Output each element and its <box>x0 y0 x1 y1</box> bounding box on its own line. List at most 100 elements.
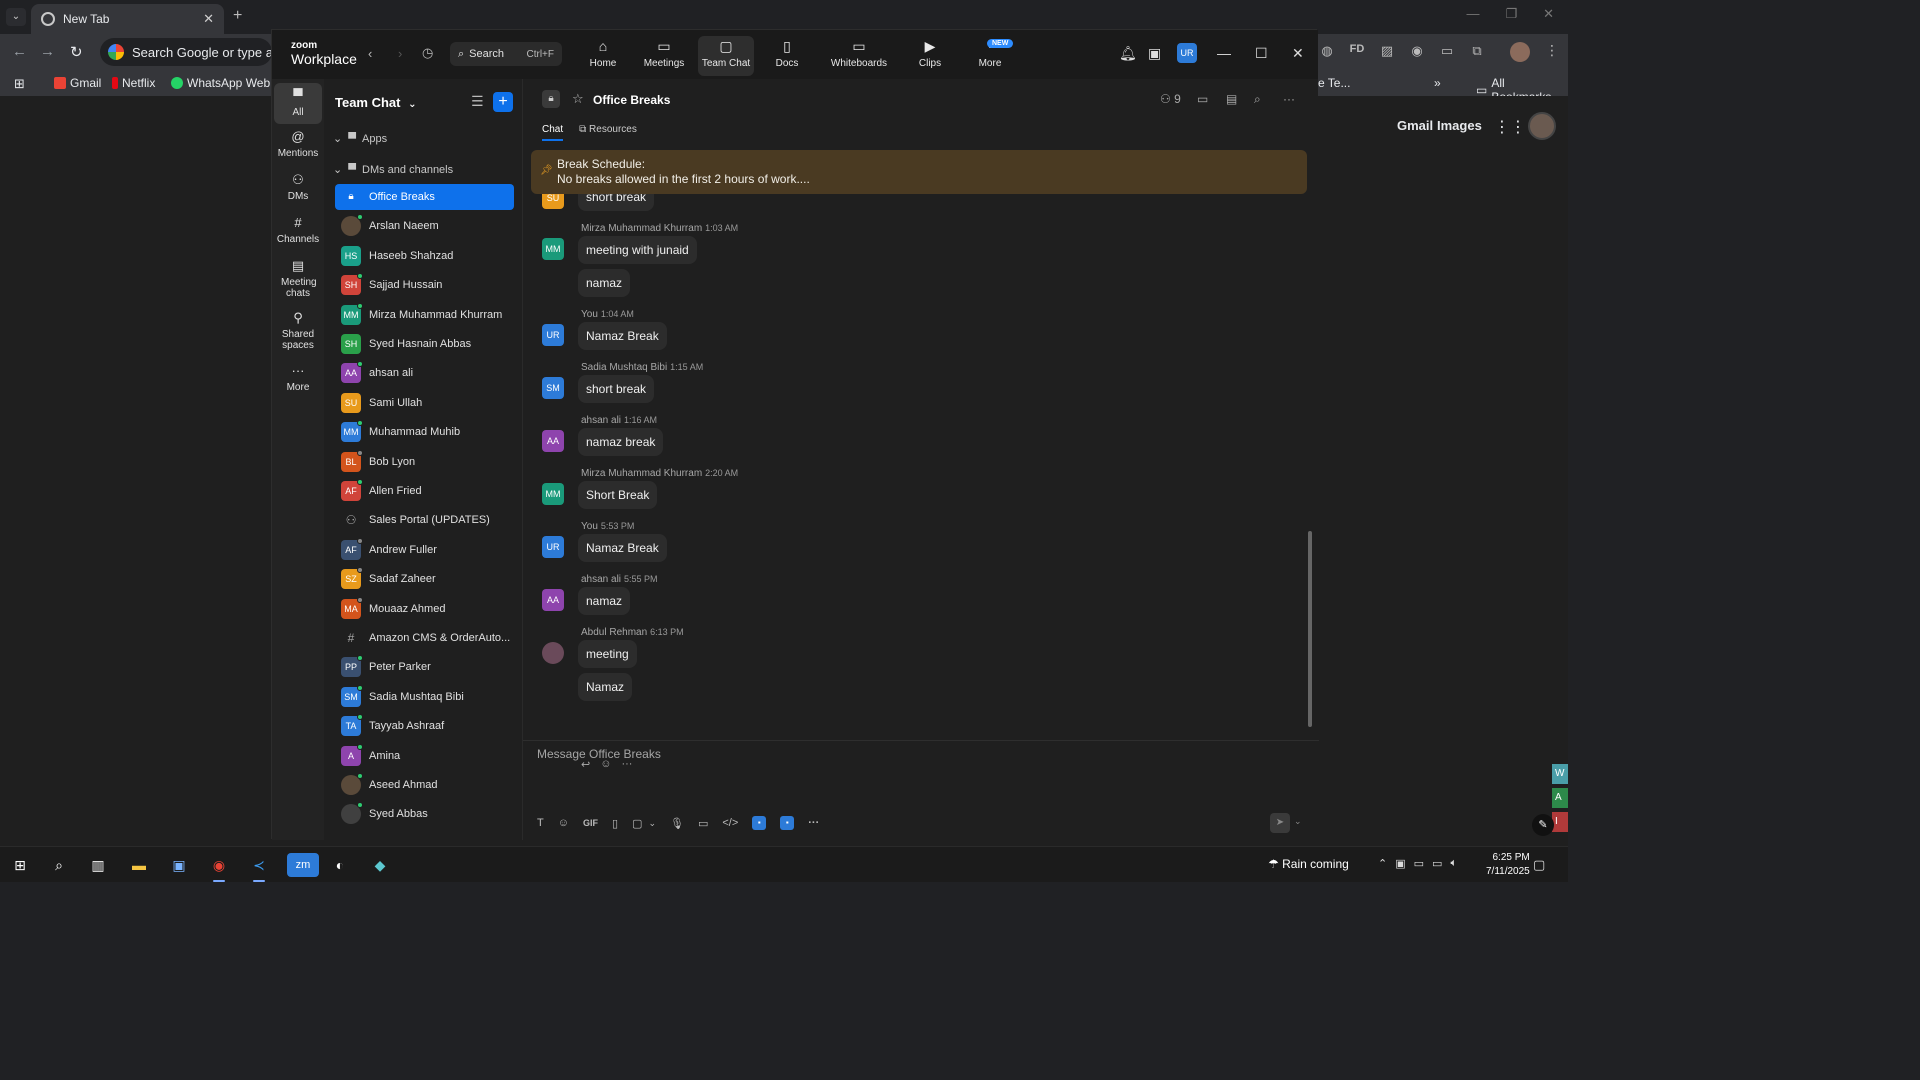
chat-list-item[interactable]: MM Mirza Muhammad Khurram <box>335 302 514 328</box>
side-tab-w[interactable]: W <box>1552 764 1568 784</box>
reload-icon[interactable]: ↻ <box>70 43 83 61</box>
video-call-icon[interactable]: ▭ <box>1197 92 1208 106</box>
side-tab-a[interactable]: A <box>1552 788 1568 808</box>
chat-list-item[interactable]: A Amina <box>335 743 514 769</box>
message-avatar[interactable]: AA <box>542 430 564 452</box>
tab-team-chat[interactable]: ▢ Team Chat <box>698 36 754 76</box>
sender-name[interactable]: ahsan ali <box>581 415 621 426</box>
close-tab-icon[interactable]: ✕ <box>203 11 214 27</box>
zoom-minimize-icon[interactable]: — <box>1217 45 1231 61</box>
tray-chevron-icon[interactable]: ⌃ <box>1378 857 1387 870</box>
browser-menu-icon[interactable]: ⋮ <box>1545 42 1559 59</box>
message-bubble[interactable]: Namaz <box>578 673 633 701</box>
tab-resources[interactable]: ⧉ Resources <box>579 124 637 141</box>
rail-channels[interactable]: # Channels <box>274 215 322 245</box>
message-scrollbar[interactable] <box>1308 531 1312 727</box>
screenshot-dropdown-icon[interactable]: ⌄ <box>648 818 656 829</box>
chat-list-item[interactable]: PP Peter Parker <box>335 654 514 680</box>
message-bubble[interactable]: Namaz Break <box>578 534 667 562</box>
code-snippet-icon[interactable]: </> <box>722 817 738 829</box>
user-avatar[interactable]: UR <box>1177 43 1197 63</box>
chat-list-item[interactable]: AF Andrew Fuller <box>335 537 514 563</box>
sender-name[interactable]: You <box>581 309 598 320</box>
rail-shared-spaces[interactable]: ⚲ Shared spaces <box>274 310 322 351</box>
message-bubble[interactable]: Namaz Break <box>578 322 667 350</box>
rail-dms[interactable]: ⚇ DMs <box>274 172 322 202</box>
bookmarks-overflow-icon[interactable]: » <box>1434 76 1441 90</box>
message-bubble[interactable]: namaz <box>578 587 631 615</box>
search-icon[interactable]: ⌕ <box>47 853 71 877</box>
search-icon[interactable]: ⌕ <box>1254 92 1261 107</box>
rail-more[interactable]: ··· More <box>274 363 322 393</box>
tab-search-chevron-icon[interactable]: ⌄ <box>6 8 26 26</box>
schedule-icon[interactable]: ▤ <box>1226 92 1237 106</box>
omnibox[interactable]: Search Google or type a URL <box>100 38 272 66</box>
message-bubble[interactable]: meeting <box>578 640 637 668</box>
sender-name[interactable]: Mirza Muhammad Khurram <box>581 223 702 234</box>
google-apps-icon[interactable]: ⋮⋮ <box>1494 117 1526 137</box>
members-button[interactable]: ⚇ 9 <box>1160 92 1181 106</box>
sender-name[interactable]: Sadia Mushtaq Bibi <box>581 362 667 373</box>
channel-title[interactable]: Office Breaks <box>593 93 670 107</box>
zoom-close-icon[interactable]: ✕ <box>1292 45 1304 62</box>
store-icon[interactable]: ▣ <box>167 853 191 877</box>
bookmark-netflix[interactable]: Netflix <box>112 76 155 90</box>
pinned-message[interactable]: 📌︎ Break Schedule: No breaks allowed in … <box>531 150 1307 194</box>
bookmark-gmail[interactable]: Gmail <box>54 76 101 90</box>
chat-list-item[interactable]: # Amazon CMS & OrderAuto... <box>335 625 514 651</box>
globe-extension-icon[interactable]: ◍ <box>1318 43 1336 59</box>
file-icon[interactable]: ▯ <box>612 817 618 830</box>
filter-icon[interactable]: ☰ <box>471 93 484 110</box>
zoom-forward-icon[interactable]: › <box>398 46 402 61</box>
app-diamond-icon[interactable]: ◆ <box>368 853 392 877</box>
zoom-search[interactable]: ⌕ Search Ctrl+F <box>450 42 562 66</box>
network-icon[interactable]: ▭ <box>1432 857 1442 870</box>
chat-list-item[interactable]: Arslan Naeem <box>335 213 514 239</box>
sender-name[interactable]: Abdul Rehman <box>581 627 647 638</box>
rail-all[interactable]: ▀ All <box>274 83 322 125</box>
message-avatar[interactable]: UR <box>542 324 564 346</box>
tray-app-icon[interactable]: ▣ <box>1395 857 1405 870</box>
tab-chat[interactable]: Chat <box>542 124 564 141</box>
back-arrow-icon[interactable]: ← <box>12 43 27 60</box>
microphone-icon[interactable]: 🎙︎ <box>670 817 684 830</box>
message-avatar[interactable] <box>542 642 564 664</box>
rail-meeting-chats[interactable]: ▤ Meeting chats <box>274 258 322 299</box>
image-extension-icon[interactable]: ▨ <box>1378 43 1396 59</box>
bookmark-partial[interactable]: e Te... <box>1318 76 1350 90</box>
google-account-avatar[interactable] <box>1528 112 1556 140</box>
message-avatar[interactable]: MM <box>542 238 564 260</box>
tab-meetings[interactable]: ▭ Meetings <box>640 36 688 76</box>
chat-list-item[interactable]: SH Syed Hasnain Abbas <box>335 331 514 357</box>
gif-icon[interactable]: GIF <box>583 818 598 828</box>
calendar-icon[interactable]: ▣ <box>1148 45 1161 62</box>
star-icon[interactable]: ☆ <box>572 91 584 107</box>
zoom-maximize-icon[interactable]: ☐ <box>1255 45 1268 62</box>
screenshot-icon[interactable]: ▢ <box>632 817 642 830</box>
app-a-icon[interactable]: ▪ <box>752 816 767 830</box>
zoom-taskbar-icon[interactable]: zm <box>287 853 319 877</box>
google-images-link[interactable]: Images <box>1437 118 1482 133</box>
chat-list-item[interactable]: SU Sami Ullah <box>335 390 514 416</box>
tab-home[interactable]: ⌂ Home <box>585 36 621 76</box>
message-bubble[interactable]: namaz <box>578 269 631 297</box>
fd-extension-icon[interactable]: FD <box>1348 43 1366 59</box>
message-bubble[interactable]: short break <box>578 375 655 403</box>
chrome-icon[interactable]: ◉ <box>207 853 231 882</box>
vpn-extension-icon[interactable]: ◉ <box>1408 43 1426 59</box>
app-leaf-icon[interactable]: ◐ <box>328 853 352 877</box>
chat-list-item[interactable]: SM Sadia Mushtaq Bibi <box>335 684 514 710</box>
message-input[interactable]: Message Office Breaks <box>537 747 661 761</box>
rail-mentions[interactable]: @ Mentions <box>274 129 322 159</box>
browser-tab[interactable]: New Tab ✕ <box>31 4 224 34</box>
bookmark-whatsapp[interactable]: WhatsApp Web <box>171 76 270 90</box>
volume-muted-icon[interactable]: 🔈︎ <box>1450 857 1457 870</box>
chat-list-item[interactable]: MA Mouaaz Ahmed <box>335 596 514 622</box>
google-gmail-link[interactable]: Gmail <box>1397 118 1433 133</box>
browser-minimize-icon[interactable]: — <box>1466 6 1479 22</box>
battery-icon[interactable]: ▭ <box>1414 857 1424 870</box>
side-tab-i[interactable]: I <box>1552 812 1568 832</box>
browser-restore-icon[interactable]: ❐ <box>1505 6 1517 22</box>
more-options-icon[interactable]: ··· <box>1283 92 1295 106</box>
puzzle-extension-icon[interactable]: ⧉ <box>1468 43 1486 59</box>
